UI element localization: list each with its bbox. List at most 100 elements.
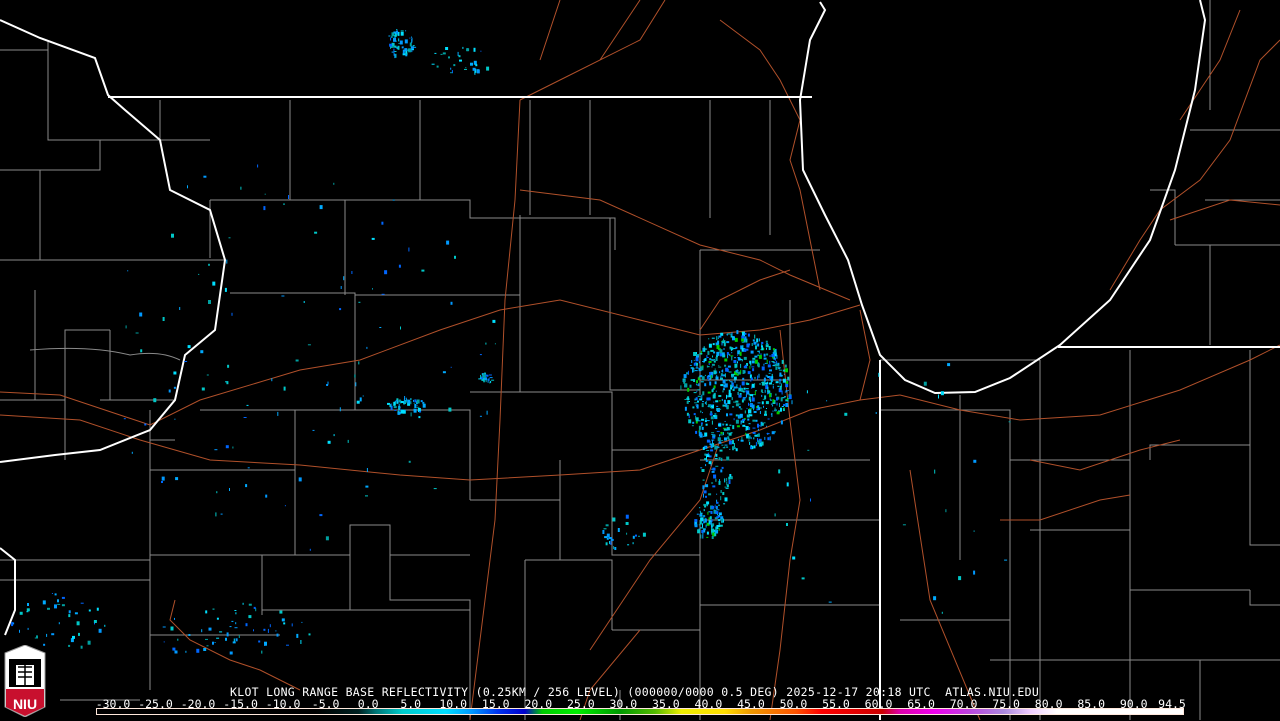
echo-pixel — [765, 344, 769, 348]
echo-pixel — [761, 401, 764, 405]
echo-pixel — [397, 45, 400, 50]
echo-pixel — [749, 427, 751, 430]
echo-pixel — [747, 343, 751, 346]
echo-pixel — [765, 401, 769, 405]
echo-pixel — [693, 392, 697, 394]
echo-pixel — [88, 609, 91, 612]
echo-pixel — [257, 164, 259, 168]
echo-pixel — [716, 408, 720, 412]
echo-pixel — [715, 390, 717, 392]
echo-pixel — [712, 394, 716, 399]
echo-pixel — [680, 385, 682, 390]
echo-pixel — [766, 425, 767, 427]
echo-pixel — [738, 394, 742, 398]
echo-pixel — [693, 362, 696, 366]
echo-pixel — [358, 361, 360, 365]
echo-pixel — [74, 612, 78, 615]
echo-pixel — [465, 67, 467, 69]
echo-pixel — [740, 420, 742, 425]
echo-pixel — [271, 378, 273, 382]
echo-pixel — [732, 447, 736, 450]
echo-pixel — [702, 523, 703, 528]
echo-pixel — [759, 411, 761, 414]
echo-pixel — [754, 355, 758, 358]
echo-pixel — [724, 364, 727, 367]
echo-pixel — [226, 259, 228, 264]
echo-pixel — [398, 406, 401, 409]
echo-pixel — [791, 400, 793, 405]
echo-pixel — [728, 389, 731, 394]
echo-pixel — [709, 443, 712, 446]
echo-pixel — [730, 348, 732, 351]
echo-pixel — [719, 349, 723, 354]
echo-pixel — [720, 431, 723, 434]
echo-pixel — [765, 374, 767, 377]
echo-pixel — [722, 388, 725, 391]
echo-pixel — [286, 644, 289, 646]
echo-pixel — [758, 338, 760, 342]
echo-pixel — [422, 403, 426, 408]
echo-pixel — [617, 528, 620, 532]
echo-pixel — [612, 517, 616, 522]
echo-pixel — [402, 49, 405, 54]
echo-pixel — [783, 373, 785, 375]
echo-pixel — [707, 511, 709, 515]
echo-pixel — [51, 633, 55, 636]
echo-pixel — [614, 547, 617, 550]
echo-pixel — [735, 414, 738, 417]
echo-pixel — [745, 348, 749, 351]
echo-pixel — [700, 534, 702, 539]
echo-pixel — [701, 530, 704, 533]
echo-pixel — [371, 237, 375, 240]
echo-pixel — [609, 537, 612, 539]
echo-pixel — [131, 451, 133, 454]
echo-pixel — [748, 439, 750, 442]
echo-pixel — [757, 423, 759, 428]
echo-pixel — [393, 48, 395, 53]
echo-pixel — [687, 370, 689, 375]
echo-pixel — [761, 347, 764, 351]
echo-pixel — [684, 406, 687, 411]
echo-pixel — [723, 348, 725, 350]
echo-pixel — [27, 603, 29, 606]
echo-pixel — [446, 240, 450, 245]
echo-pixel — [781, 406, 784, 407]
echo-pixel — [754, 334, 756, 339]
echo-pixel — [248, 603, 252, 606]
echo-pixel — [718, 424, 722, 426]
echo-pixel — [720, 334, 722, 336]
echo-pixel — [758, 407, 761, 411]
echo-pixel — [398, 43, 400, 44]
echo-pixel — [248, 615, 252, 619]
echo-pixel — [727, 432, 729, 435]
echo-pixel — [485, 342, 487, 345]
echo-pixel — [699, 520, 702, 525]
echo-pixel — [945, 509, 947, 513]
echo-pixel — [792, 556, 796, 560]
echo-pixel — [697, 529, 701, 534]
echo-pixel — [740, 408, 743, 410]
echo-pixel — [744, 336, 747, 341]
echo-pixel — [735, 419, 739, 424]
echo-pixel — [187, 185, 188, 189]
echo-pixel — [766, 347, 767, 350]
echo-pixel — [208, 300, 211, 304]
echo-pixel — [719, 449, 723, 452]
echo-pixel — [780, 397, 783, 402]
echo-pixel — [757, 402, 761, 404]
echo-pixel — [93, 620, 97, 623]
echo-pixel — [722, 423, 725, 425]
echo-pixel — [487, 378, 489, 383]
echo-pixel — [767, 418, 770, 420]
echo-pixel — [710, 511, 713, 514]
echo-pixel — [486, 66, 490, 71]
echo-pixel — [706, 455, 707, 460]
echo-pixel — [715, 357, 718, 361]
echo-pixel — [485, 380, 487, 383]
echo-pixel — [748, 402, 749, 406]
echo-pixel — [772, 348, 775, 351]
echo-pixel — [714, 504, 716, 506]
echo-pixel — [309, 548, 311, 551]
echo-pixel — [705, 401, 707, 405]
echo-pixel — [731, 356, 733, 361]
